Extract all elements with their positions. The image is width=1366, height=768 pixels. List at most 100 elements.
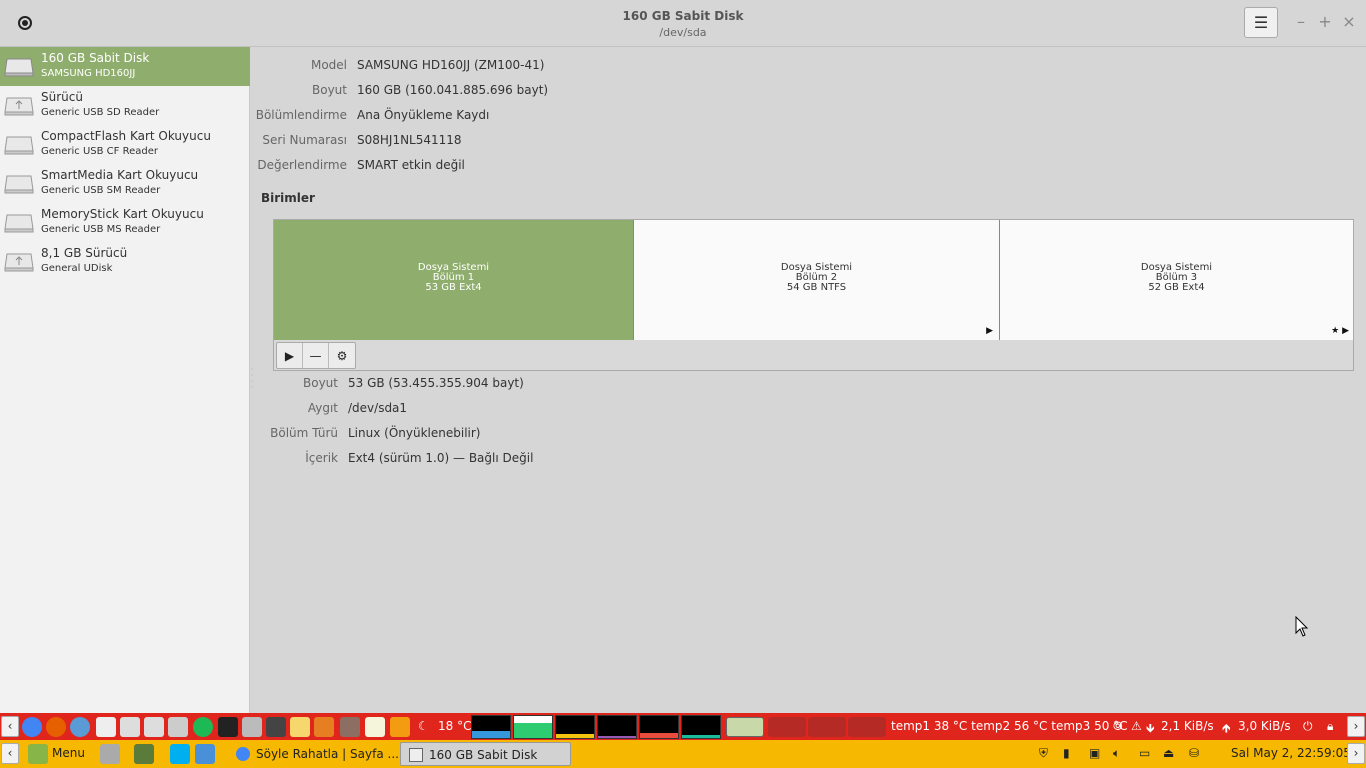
memory-graph[interactable] <box>513 715 553 739</box>
clock[interactable]: Sal May 2, 22:59:05 <box>1231 746 1351 760</box>
volume-partition-2[interactable]: Dosya Sistemi Bölüm 2 54 GB NTFS ▶ <box>634 220 1000 340</box>
volume-toolbar: ▶ — ⚙ <box>276 342 356 369</box>
gimp-icon[interactable] <box>340 717 360 737</box>
drive-model: Generic USB SM Reader <box>41 185 161 196</box>
upload-arrow-icon: 🡹 <box>1222 721 1231 735</box>
hamburger-menu-button[interactable]: ☰ <box>1244 7 1278 38</box>
mint-menu-icon[interactable] <box>28 744 48 764</box>
drive-model: Generic USB MS Reader <box>41 224 161 235</box>
prop-value-size: 160 GB (160.041.885.696 bayt) <box>357 83 549 97</box>
image-viewer-icon[interactable] <box>314 717 334 737</box>
drive-name: 8,1 GB Sürücü <box>41 246 128 260</box>
firefox-icon[interactable] <box>46 717 66 737</box>
settings-gear-button[interactable]: ⚙ <box>329 343 355 368</box>
volume-size: 52 GB Ext4 <box>1148 282 1205 293</box>
drive-tray-icon[interactable]: ⛁ <box>1189 746 1199 760</box>
load-graph[interactable] <box>639 715 679 739</box>
drive-item-hard-disk[interactable]: 160 GB Sabit Disk SAMSUNG HD160JJ <box>0 47 250 86</box>
close-button[interactable]: × <box>1341 12 1357 31</box>
disk-graph[interactable] <box>681 715 721 739</box>
vol-prop-label-contents: İçerik <box>305 451 338 465</box>
usb-drive-icon <box>4 97 34 116</box>
drive-item-ms-reader[interactable]: MemoryStick Kart Okuyucu Generic USB MS … <box>0 203 250 242</box>
video-player-icon[interactable] <box>266 717 286 737</box>
update-icon[interactable]: ⚠ <box>1131 719 1142 733</box>
window-subtitle: /dev/sda <box>659 26 707 39</box>
task-label: 160 GB Sabit Disk <box>429 748 538 762</box>
software-manager-icon[interactable] <box>390 717 410 737</box>
power-icon[interactable]: ⏻ <box>1303 719 1313 734</box>
skype-icon[interactable] <box>170 744 190 764</box>
usb-creator-icon[interactable] <box>120 717 140 737</box>
drive-name: 160 GB Sabit Disk <box>41 51 150 65</box>
usb-formatter-icon[interactable] <box>144 717 164 737</box>
drive-item-sd-reader[interactable]: Sürücü Generic USB SD Reader <box>0 86 250 125</box>
system-monitor-icon[interactable] <box>242 717 262 737</box>
workspace-icon[interactable] <box>134 744 154 764</box>
maximize-button[interactable]: + <box>1317 12 1333 31</box>
chrome-icon[interactable] <box>22 717 42 737</box>
vol-prop-value-size: 53 GB (53.455.355.904 bayt) <box>348 376 524 390</box>
notes-icon[interactable] <box>290 717 310 737</box>
battery-icon[interactable]: ▭ <box>1139 746 1150 760</box>
prop-value-serial: S08HJ1NL541118 <box>357 133 462 147</box>
temperature-sensors[interactable]: temp1 38 °C temp2 56 °C temp3 50 °C <box>891 719 1128 733</box>
lock-icon[interactable]: 🔒︎ <box>1327 719 1333 734</box>
text-editor-icon[interactable] <box>365 717 385 737</box>
volumes-heading: Birimler <box>261 191 315 205</box>
drive-item-sm-reader[interactable]: SmartMedia Kart Okuyucu Generic USB SM R… <box>0 164 250 203</box>
swap-graph[interactable] <box>597 715 637 739</box>
vol-prop-value-contents: Ext4 (sürüm 1.0) — Bağlı Değil <box>348 451 534 465</box>
network-signal-icon[interactable]: ▮ <box>1063 746 1070 760</box>
prop-label-assessment: Değerlendirme <box>257 158 347 172</box>
task-disks[interactable]: 160 GB Sabit Disk <box>400 742 571 766</box>
calculator-icon[interactable] <box>168 717 188 737</box>
workspace-1-button[interactable] <box>726 717 764 737</box>
workspace-3-button[interactable] <box>808 717 846 737</box>
network-graph[interactable] <box>555 715 595 739</box>
display-icon[interactable]: ▣ <box>1089 746 1100 760</box>
show-desktop-icon[interactable] <box>100 744 120 764</box>
disk-details: Model SAMSUNG HD160JJ (ZM100-41) Boyut 1… <box>251 47 1366 713</box>
chromium-icon[interactable] <box>70 717 90 737</box>
volume-partition-1[interactable]: Dosya Sistemi Bölüm 1 53 GB Ext4 <box>274 220 634 340</box>
workspace-4-button[interactable] <box>848 717 886 737</box>
workspace-2-button[interactable] <box>768 717 806 737</box>
title-bar: 160 GB Sabit Disk /dev/sda ☰ – + × <box>0 0 1366 47</box>
drive-item-udisk[interactable]: 8,1 GB Sürücü General UDisk <box>0 242 250 281</box>
pane-resize-handle[interactable]: · · · · <box>251 366 255 392</box>
panel-scroll-right-button[interactable]: › <box>1347 743 1365 764</box>
removable-drive-icon[interactable]: ⏏ <box>1163 746 1174 760</box>
task-browser[interactable]: Söyle Rahatla | Sayfa ... <box>228 742 399 766</box>
shield-icon[interactable]: ⛨ <box>1039 746 1048 761</box>
volume-partition-3[interactable]: Dosya Sistemi Bölüm 3 52 GB Ext4 ★ ▶ <box>1000 220 1353 340</box>
vol-prop-value-partition-type: Linux (Önyüklenebilir) <box>348 426 481 440</box>
menu-button[interactable]: Menu <box>52 746 85 760</box>
minimize-button[interactable]: – <box>1293 12 1309 31</box>
volume-icon[interactable]: 🔈︎ <box>1113 746 1120 761</box>
panel-scroll-left-button[interactable]: ‹ <box>1 716 19 737</box>
volume-size: 54 GB NTFS <box>786 282 847 293</box>
signal-icon[interactable]: ⦾ <box>1113 719 1123 734</box>
files-icon[interactable] <box>195 744 215 764</box>
drive-model: General UDisk <box>41 263 113 274</box>
delete-partition-button[interactable]: — <box>303 343 329 368</box>
terminal-icon[interactable] <box>218 717 238 737</box>
prop-label-model: Model <box>310 58 347 72</box>
panel-scroll-left-button[interactable]: ‹ <box>1 743 19 764</box>
cpu-graph[interactable] <box>471 715 511 739</box>
mount-button[interactable]: ▶ <box>277 343 303 368</box>
hamburger-icon: ☰ <box>1253 13 1269 32</box>
prop-label-size: Boyut <box>312 83 347 97</box>
drive-name: CompactFlash Kart Okuyucu <box>41 129 211 143</box>
panel-scroll-right-button[interactable]: › <box>1347 716 1365 737</box>
drive-name: SmartMedia Kart Okuyucu <box>41 168 199 182</box>
card-reader-icon <box>4 136 34 155</box>
weather-temperature[interactable]: 18 °C <box>438 719 471 733</box>
vol-prop-label-size: Boyut <box>303 376 338 390</box>
drive-model: Generic USB CF Reader <box>41 146 158 157</box>
drive-model: SAMSUNG HD160JJ <box>41 68 136 79</box>
spotify-icon[interactable] <box>193 717 213 737</box>
disk-utility-icon[interactable] <box>96 717 116 737</box>
drive-item-cf-reader[interactable]: CompactFlash Kart Okuyucu Generic USB CF… <box>0 125 250 164</box>
